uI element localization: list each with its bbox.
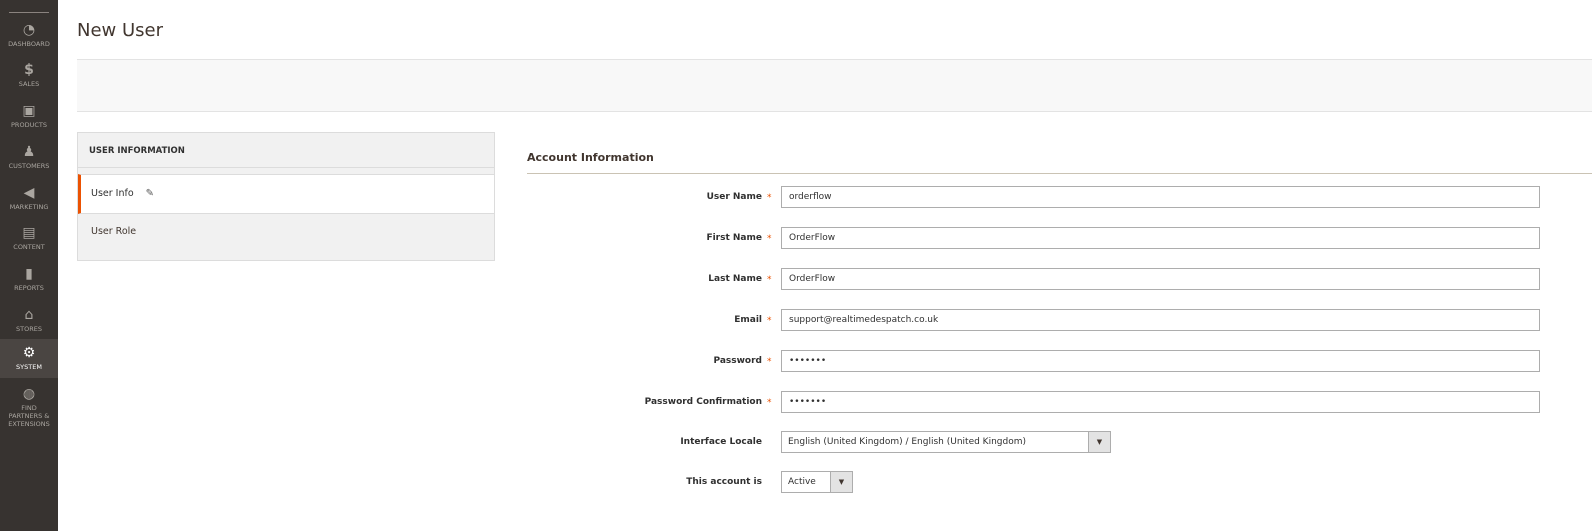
nav-products[interactable]: ▣ PRODUCTS — [0, 101, 58, 141]
bar-chart-icon: ▮ — [25, 266, 33, 282]
email-input[interactable]: support@realtimedespatch.co.uk — [781, 309, 1540, 331]
field-interface-locale: Interface Locale English (United Kingdom)… — [527, 431, 1592, 453]
field-label: First Name — [706, 233, 762, 243]
select-value: English (United Kingdom) / English (Unit… — [788, 437, 1026, 447]
nav-customers[interactable]: ♟ CUSTOMERS — [0, 142, 58, 182]
nav-marketing[interactable]: ◀ MARKETING — [0, 183, 58, 223]
last-name-input[interactable]: OrderFlow — [781, 268, 1540, 290]
nav-label: PRODUCTS — [11, 121, 47, 129]
field-password-confirmation: Password Confirmation * ••••••• — [527, 391, 1592, 413]
required-mark: * — [767, 275, 772, 285]
person-icon: ♟ — [22, 144, 36, 160]
field-label: Password — [713, 356, 762, 366]
user-information-tabs: USER INFORMATION User Info ✎ User Role — [77, 132, 495, 261]
field-label: This account is — [686, 477, 762, 487]
required-mark: * — [767, 357, 772, 367]
section-divider — [527, 173, 1592, 174]
required-mark: * — [767, 193, 772, 203]
nav-label: SYSTEM — [16, 363, 42, 371]
layout-icon: ▤ — [22, 225, 36, 241]
interface-locale-select[interactable]: English (United Kingdom) / English (Unit… — [781, 431, 1111, 453]
nav-label: CONTENT — [13, 243, 45, 251]
nav-reports[interactable]: ▮ REPORTS — [0, 264, 58, 304]
nav-label: DASHBOARD — [8, 40, 50, 48]
dashboard-icon: ◔ — [22, 22, 36, 38]
required-mark: * — [767, 398, 772, 408]
megaphone-icon: ◀ — [23, 185, 35, 201]
nav-content[interactable]: ▤ CONTENT — [0, 223, 58, 263]
nav-find-partners[interactable]: ◍ FIND PARTNERS & EXTENSIONS — [0, 384, 58, 434]
chevron-down-icon: ▼ — [1088, 432, 1110, 452]
section-title: Account Information — [527, 151, 654, 164]
password-confirmation-input[interactable]: ••••••• — [781, 391, 1540, 413]
admin-sidebar: ◔ DASHBOARD $ SALES ▣ PRODUCTS ♟ CUSTOMERS ◀… — [0, 0, 58, 531]
dollar-icon: $ — [24, 62, 34, 78]
required-mark: * — [767, 234, 772, 244]
tab-label: User Role — [91, 226, 137, 237]
page-title: New User — [77, 20, 164, 41]
field-first-name: First Name * OrderFlow — [527, 227, 1592, 249]
nav-label: SALES — [18, 80, 40, 88]
tab-user-info[interactable]: User Info ✎ — [78, 174, 494, 214]
user-name-input[interactable]: orderflow — [781, 186, 1540, 208]
extensions-icon: ◍ — [22, 386, 36, 402]
pencil-icon: ✎ — [145, 188, 155, 199]
nav-label: REPORTS — [14, 284, 44, 292]
account-status-select[interactable]: Active ▼ — [781, 471, 853, 493]
field-label: Email — [734, 315, 762, 325]
field-label: Last Name — [708, 274, 762, 284]
field-user-name: User Name * orderflow — [527, 186, 1592, 208]
field-account-status: This account is Active ▼ — [527, 471, 1592, 493]
nav-label: CUSTOMERS — [8, 162, 50, 170]
store-icon: ⌂ — [24, 307, 34, 323]
box-icon: ▣ — [22, 103, 36, 119]
password-input[interactable]: ••••••• — [781, 350, 1540, 372]
nav-dashboard[interactable]: ◔ DASHBOARD — [0, 20, 58, 60]
tab-user-role[interactable]: User Role — [78, 221, 494, 243]
field-label: Interface Locale — [680, 437, 762, 447]
logo-divider — [9, 12, 49, 13]
tabs-heading: USER INFORMATION — [78, 133, 494, 168]
required-mark: * — [767, 316, 772, 326]
field-label: Password Confirmation — [644, 397, 762, 407]
field-password: Password * ••••••• — [527, 350, 1592, 372]
nav-label: MARKETING — [9, 203, 49, 211]
nav-label: STORES — [16, 325, 42, 333]
select-value: Active — [788, 477, 816, 487]
nav-system[interactable]: ⚙ SYSTEM — [0, 339, 58, 378]
field-label: User Name — [706, 192, 762, 202]
field-email: Email * support@realtimedespatch.co.uk — [527, 309, 1592, 331]
nav-label: FIND PARTNERS & EXTENSIONS — [8, 404, 50, 428]
nav-sales[interactable]: $ SALES — [0, 60, 58, 100]
page-actions-bar — [77, 59, 1592, 112]
gear-icon: ⚙ — [22, 345, 36, 361]
field-last-name: Last Name * OrderFlow — [527, 268, 1592, 290]
tab-label: User Info — [91, 188, 134, 199]
first-name-input[interactable]: OrderFlow — [781, 227, 1540, 249]
chevron-down-icon: ▼ — [830, 472, 852, 492]
